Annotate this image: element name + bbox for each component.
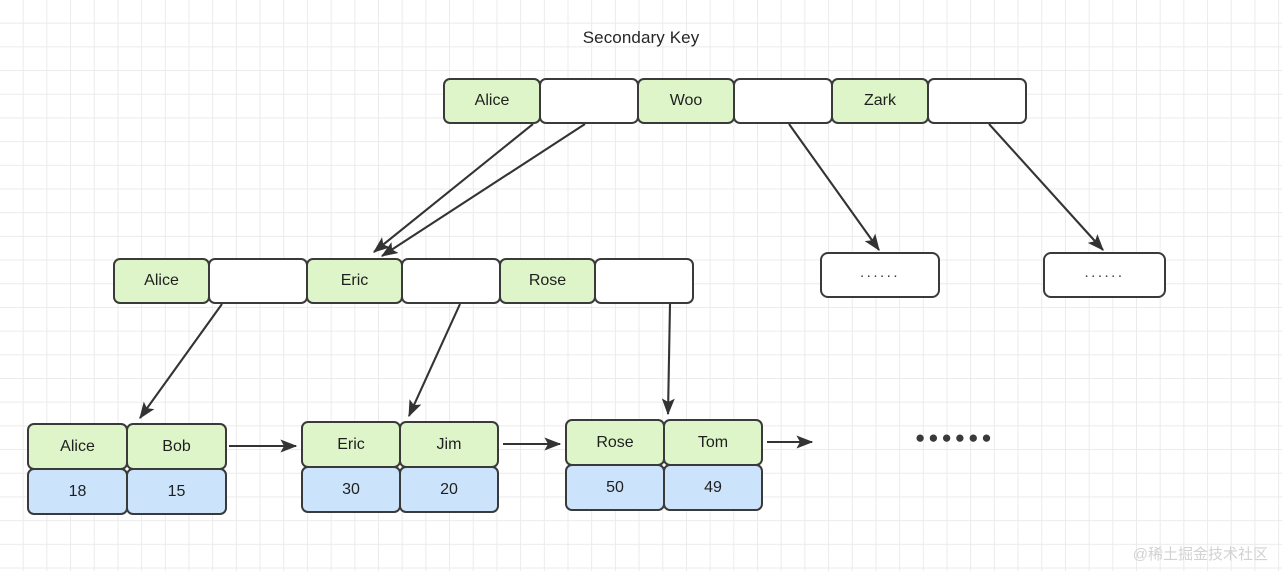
- root-node-pointer-cell-6[interactable]: [927, 78, 1027, 124]
- leaf-value-cell-rose[interactable]: 50: [565, 464, 665, 511]
- root-node-key-cell-woo[interactable]: Woo: [637, 78, 735, 124]
- internal-node-key-cell-alice[interactable]: Alice: [113, 258, 210, 304]
- edge-internal-pointer-4-to-leaf-node-2: [408, 303, 461, 418]
- leaf-key-cell-jim[interactable]: Jim: [399, 421, 499, 468]
- root-node-pointer-cell-2[interactable]: [539, 78, 639, 124]
- root-node-key-cell-zark[interactable]: Zark: [831, 78, 929, 124]
- leaf-value-cell-tom[interactable]: 49: [663, 464, 763, 511]
- leaf-chain-continuation-dots: ●●●●●●: [915, 428, 995, 447]
- leaf-entry[interactable]: Bob 15: [126, 423, 227, 515]
- internal-node-pointer-cell-2[interactable]: [208, 258, 308, 304]
- edge-internal-pointer-6-to-leaf-node-3: [661, 303, 675, 416]
- edge-root-pointer-6-to-ellipsis-node-2: [988, 123, 1104, 251]
- ellipsis-node-1[interactable]: ......: [820, 252, 940, 298]
- root-node[interactable]: Alice Woo Zark: [443, 78, 1027, 124]
- watermark: @稀土掘金技术社区: [1132, 546, 1268, 563]
- leaf-entry[interactable]: Alice 18: [27, 423, 128, 515]
- root-node-pointer-cell-4[interactable]: [733, 78, 833, 124]
- leaf-value-cell-alice[interactable]: 18: [27, 468, 128, 515]
- edge-root-pointer-4-to-ellipsis-node-1: [788, 123, 880, 252]
- edge-root-pointer-1-to-internal-node-eric: [373, 123, 534, 253]
- leaf-entry[interactable]: Eric 30: [301, 421, 401, 513]
- leaf-key-cell-rose[interactable]: Rose: [565, 419, 665, 466]
- leaf-node-3[interactable]: Rose 50 Tom 49: [565, 419, 763, 511]
- internal-node-pointer-cell-6[interactable]: [594, 258, 694, 304]
- internal-node-pointer-cell-4[interactable]: [401, 258, 501, 304]
- leaf-key-cell-tom[interactable]: Tom: [663, 419, 763, 466]
- leaf-value-cell-eric[interactable]: 30: [301, 466, 401, 513]
- edge-root-pointer-2-to-internal-node-eric: [380, 123, 586, 257]
- leaf-entry[interactable]: Tom 49: [663, 419, 763, 511]
- root-node-key-cell-alice[interactable]: Alice: [443, 78, 541, 124]
- leaf-entry[interactable]: Jim 20: [399, 421, 499, 513]
- ellipsis-node-2[interactable]: ......: [1043, 252, 1166, 298]
- leaf-key-cell-alice[interactable]: Alice: [27, 423, 128, 470]
- internal-node-key-cell-rose[interactable]: Rose: [499, 258, 596, 304]
- internal-node-key-cell-eric[interactable]: Eric: [306, 258, 403, 304]
- leaf-value-cell-jim[interactable]: 20: [399, 466, 499, 513]
- leaf-node-1[interactable]: Alice 18 Bob 15: [27, 423, 227, 515]
- leaf-key-cell-eric[interactable]: Eric: [301, 421, 401, 468]
- leaf-entry[interactable]: Rose 50: [565, 419, 665, 511]
- page-title: Secondary Key: [582, 28, 700, 47]
- leaf-value-cell-bob[interactable]: 15: [126, 468, 227, 515]
- leaf-key-cell-bob[interactable]: Bob: [126, 423, 227, 470]
- internal-node[interactable]: Alice Eric Rose: [113, 258, 694, 304]
- diagram-canvas: Secondary Key Alice Woo Zark Alice Eric Rose…: [0, 0, 1282, 571]
- leaf-node-2[interactable]: Eric 30 Jim 20: [301, 421, 499, 513]
- edge-internal-pointer-2-to-leaf-node-1: [139, 303, 223, 420]
